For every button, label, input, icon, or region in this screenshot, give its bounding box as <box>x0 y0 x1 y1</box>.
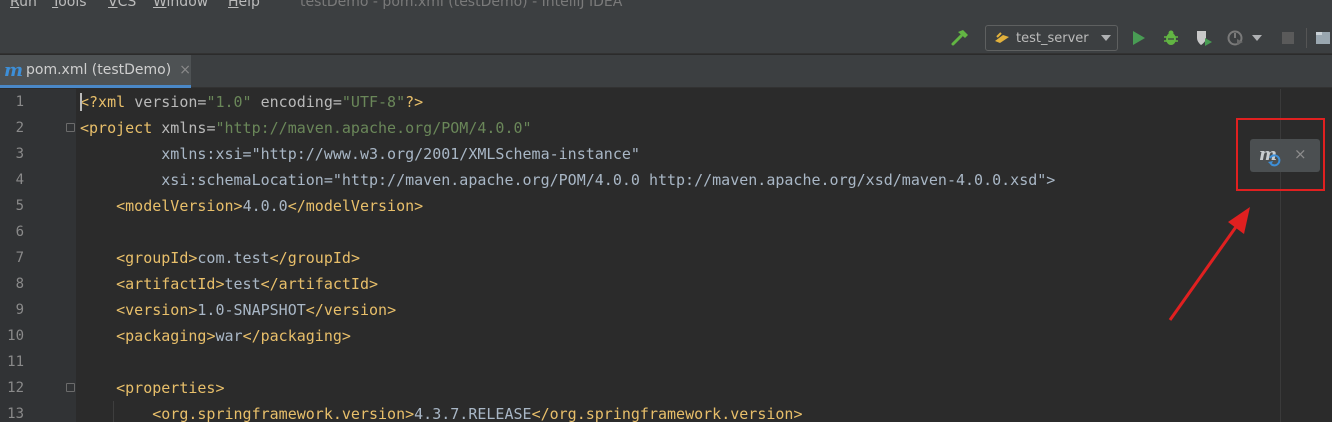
project-structure-button[interactable] <box>1314 26 1332 50</box>
line-number: 6 <box>15 224 24 240</box>
line-number: 10 <box>7 328 24 344</box>
menu-tools[interactable]: Tools <box>52 0 87 10</box>
menu-vcs-label: CS <box>117 0 137 10</box>
stop-button[interactable] <box>1276 26 1300 50</box>
line-number: 12 <box>7 380 24 396</box>
run-config-selector[interactable]: test_server <box>985 25 1118 51</box>
line-number: 13 <box>7 406 24 422</box>
fold-toggle[interactable] <box>66 383 75 392</box>
menu-window[interactable]: Window <box>153 0 208 10</box>
code-line[interactable]: <modelVersion>4.0.0</modelVersion> <box>80 193 423 219</box>
fold-toggle[interactable] <box>66 123 75 132</box>
run-config-icon <box>995 32 1009 43</box>
code-line[interactable]: xmlns:xsi="http://www.w3.org/2001/XMLSch… <box>80 141 640 167</box>
menu-run[interactable]: Run <box>10 0 37 10</box>
code-line[interactable]: xsi:schemaLocation="http://maven.apache.… <box>80 167 1055 193</box>
dropdown-caret-icon <box>1101 35 1111 41</box>
code-editor[interactable]: 1 2 3 4 5 6 7 8 9 10 11 12 13 <?xml vers… <box>0 89 1332 422</box>
run-button[interactable] <box>1127 26 1151 50</box>
menu-run-mnemonic: R <box>10 0 20 10</box>
tab-close-icon[interactable]: × <box>179 62 191 78</box>
menu-vcs-mnemonic: V <box>108 0 118 10</box>
project-structure-icon <box>1316 32 1330 44</box>
code-line[interactable]: <version>1.0-SNAPSHOT</version> <box>80 297 396 323</box>
line-number: 4 <box>15 172 24 188</box>
code-line[interactable]: <artifactId>test</artifactId> <box>80 271 378 297</box>
code-line[interactable]: <?xml version="1.0" encoding="UTF-8"?> <box>80 89 423 115</box>
debug-icon <box>1164 30 1178 45</box>
tab-pom-xml[interactable]: m pom.xml (testDemo) × <box>0 55 191 88</box>
main-toolbar: test_server <box>0 22 1332 54</box>
more-run-caret-icon <box>1252 35 1262 41</box>
menu-help-mnemonic: H <box>228 0 239 10</box>
run-icon <box>1133 31 1145 45</box>
profile-icon <box>1227 30 1243 46</box>
tab-label: pom.xml (testDemo) <box>26 62 172 78</box>
build-hammer-icon <box>951 30 968 46</box>
line-number: 2 <box>15 120 24 136</box>
line-number: 5 <box>15 198 24 214</box>
menu-help[interactable]: Help <box>228 0 260 10</box>
line-gutter: 1 2 3 4 5 6 7 8 9 10 11 12 13 <box>0 89 76 422</box>
more-run-options-button[interactable] <box>1249 26 1265 50</box>
indent-guide <box>113 401 114 422</box>
menu-tools-label: ools <box>58 0 87 10</box>
menu-window-label: indow <box>166 0 209 10</box>
menu-bar: Run Tools VCS Window Help testDemo - pom… <box>0 0 1332 22</box>
build-button[interactable] <box>948 26 972 50</box>
annotation-highlight-box <box>1236 118 1325 191</box>
debug-button[interactable] <box>1159 26 1183 50</box>
toolbar-separator <box>1306 28 1307 48</box>
menu-window-mnemonic: W <box>153 0 167 10</box>
line-number: 7 <box>15 250 24 266</box>
menu-run-label: un <box>19 0 37 10</box>
coverage-icon <box>1197 31 1212 46</box>
line-number: 3 <box>15 146 24 162</box>
code-line[interactable]: <project xmlns="http://maven.apache.org/… <box>80 115 532 141</box>
profile-button[interactable] <box>1224 26 1248 50</box>
menu-help-label: elp <box>238 0 260 10</box>
line-number: 11 <box>7 354 24 370</box>
run-config-label: test_server <box>1016 30 1089 46</box>
maven-icon: m <box>4 59 24 81</box>
line-number: 9 <box>15 302 24 318</box>
line-number: 8 <box>15 276 24 292</box>
coverage-button[interactable] <box>1192 26 1216 50</box>
code-line[interactable]: <org.springframework.version>4.3.7.RELEA… <box>80 401 802 422</box>
window-title: testDemo - pom.xml (testDemo) - IntelliJ… <box>300 0 623 10</box>
line-number: 1 <box>15 94 24 110</box>
editor-tab-bar: m pom.xml (testDemo) × <box>0 55 1332 88</box>
menu-vcs[interactable]: VCS <box>108 0 136 10</box>
code-line[interactable]: <properties> <box>80 375 224 401</box>
text-caret <box>80 93 82 111</box>
code-line[interactable]: <groupId>com.test</groupId> <box>80 245 360 271</box>
stop-icon <box>1282 32 1294 44</box>
code-line[interactable]: <packaging>war</packaging> <box>80 323 351 349</box>
